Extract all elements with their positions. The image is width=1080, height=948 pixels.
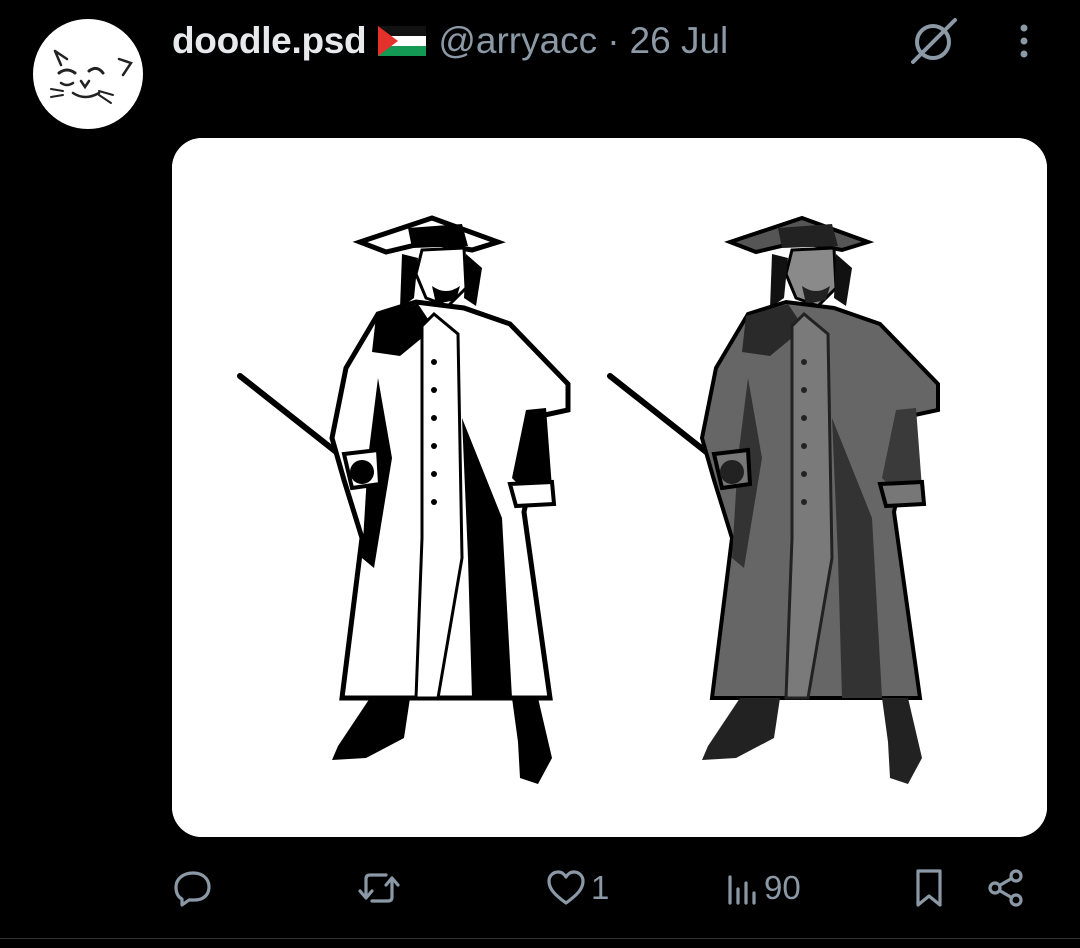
repost-button[interactable] [356,856,406,920]
cat-face-icon [50,49,133,104]
author-name[interactable]: doodle.psd [172,20,367,62]
views-count: 90 [764,869,801,906]
post-image[interactable] [172,138,1047,837]
palestine-flag-icon [378,26,427,56]
views-icon [728,875,756,905]
heart-icon [547,870,585,905]
avatar[interactable] [33,19,143,129]
separator-dot: · [607,20,620,61]
views-button[interactable]: 90 [724,856,801,920]
like-count: 1 [591,869,610,906]
pirate-illustration-image [172,138,1047,837]
post-header: doodle.psd @arryacc · 26 Jul [172,18,932,64]
divider [0,938,1080,939]
reply-button[interactable] [172,856,218,920]
like-button[interactable]: 1 [545,856,609,920]
share-icon [988,869,1023,907]
share-button[interactable] [985,856,1027,920]
author-handle[interactable]: @arryacc [438,20,597,62]
more-options-icon[interactable] [1004,18,1044,64]
post-actions-bar: 1 90 [0,856,1080,920]
reply-icon [174,871,211,907]
bookmark-button[interactable] [910,856,948,920]
repost-icon [358,873,400,903]
bookmark-icon [916,869,942,907]
grok-icon[interactable] [905,12,961,68]
post-date[interactable]: 26 Jul [630,20,729,62]
